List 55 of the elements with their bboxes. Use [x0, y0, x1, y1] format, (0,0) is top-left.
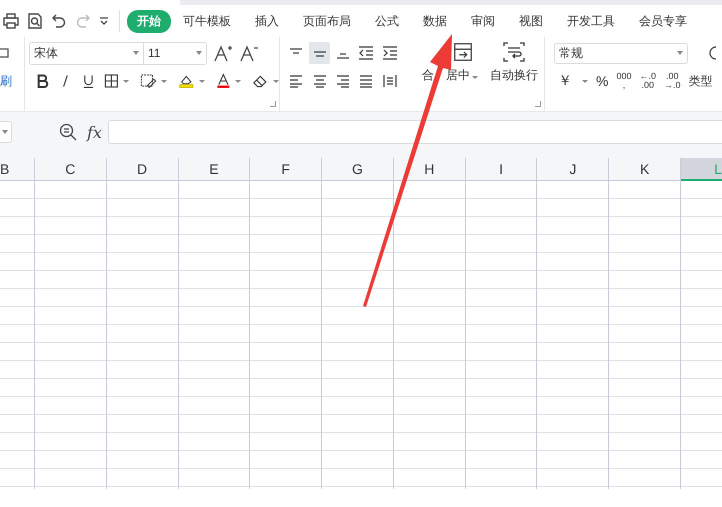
- merge-center-button[interactable]: 合 居中: [422, 67, 478, 84]
- column-header[interactable]: D: [106, 158, 178, 181]
- caret-icon[interactable]: [122, 80, 129, 82]
- zoom-icon[interactable]: [59, 123, 77, 141]
- bold-icon[interactable]: [35, 73, 50, 89]
- undo-icon[interactable]: [50, 12, 68, 30]
- ribbon-tab[interactable]: 开发工具: [555, 10, 627, 32]
- customize-caret-icon[interactable]: [98, 15, 110, 27]
- increase-font-size-icon[interactable]: [213, 44, 233, 62]
- eraser-icon[interactable]: [252, 73, 269, 89]
- wrap-text-icon[interactable]: [502, 41, 526, 63]
- formula-input[interactable]: [108, 120, 722, 144]
- column-header[interactable]: I: [466, 158, 536, 181]
- ribbon-tab[interactable]: 插入: [243, 10, 291, 32]
- merge-cells-icon[interactable]: [452, 41, 474, 63]
- ribbon-tab[interactable]: 可牛模板: [171, 10, 243, 32]
- underline-icon[interactable]: [82, 73, 95, 89]
- decrease-font-size-icon[interactable]: [239, 44, 259, 62]
- caret-icon[interactable]: [160, 80, 167, 82]
- align-middle-icon[interactable]: [309, 42, 330, 64]
- column-header[interactable]: C: [34, 158, 106, 181]
- font-color-icon[interactable]: [216, 73, 231, 89]
- column-header[interactable]: E: [178, 158, 250, 181]
- wrap-text-button[interactable]: 自动换行: [490, 67, 538, 84]
- borders-icon[interactable]: [104, 73, 119, 89]
- column-header[interactable]: H: [394, 158, 465, 181]
- ribbon-tab[interactable]: 数据: [411, 10, 459, 32]
- name-box[interactable]: [0, 121, 12, 143]
- print-icon[interactable]: [2, 12, 20, 30]
- caret-icon[interactable]: [272, 80, 279, 82]
- column-header[interactable]: F: [250, 158, 322, 181]
- type-convert-button[interactable]: 类型: [688, 72, 713, 90]
- format-painter-button[interactable]: 刷: [0, 73, 24, 90]
- thousands-separator-button[interactable]: 000 ,: [616, 72, 632, 90]
- increase-decimal-button[interactable]: ←.0 .00: [639, 72, 656, 90]
- caret-icon[interactable]: [582, 80, 588, 82]
- percent-button[interactable]: %: [596, 73, 608, 89]
- column-header[interactable]: J: [537, 158, 608, 181]
- ribbon-tab[interactable]: 审阅: [459, 10, 507, 32]
- print-preview-icon[interactable]: [26, 12, 44, 30]
- caret-icon[interactable]: [234, 80, 241, 82]
- currency-button[interactable]: ￥: [558, 72, 572, 90]
- cell-style-icon[interactable]: [140, 73, 157, 89]
- ribbon-tab[interactable]: 页面布局: [291, 10, 363, 32]
- insert-function-button[interactable]: fx: [87, 122, 102, 142]
- fill-color-icon[interactable]: [178, 73, 195, 89]
- column-header[interactable]: K: [609, 158, 680, 181]
- caret-icon[interactable]: [198, 80, 205, 82]
- ribbon-tab[interactable]: 公式: [363, 10, 411, 32]
- column-header[interactable]: G: [322, 158, 393, 181]
- number-format-select[interactable]: 常规: [554, 42, 688, 64]
- column-header[interactable]: B: [0, 158, 34, 181]
- ribbon-tab[interactable]: 会员专享: [627, 10, 699, 32]
- decrease-decimal-button[interactable]: .00 →.0: [664, 72, 681, 90]
- ribbon-tab[interactable]: 视图: [507, 10, 555, 32]
